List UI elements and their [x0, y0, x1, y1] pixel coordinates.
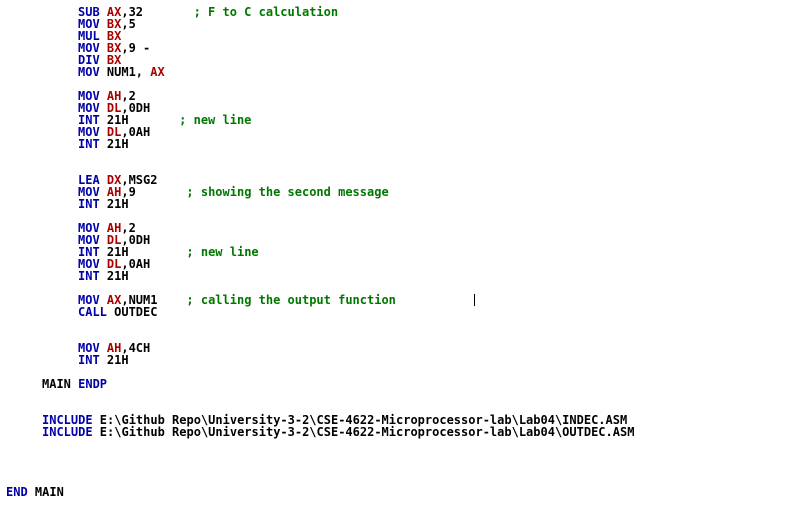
keyword-token: INT	[78, 197, 107, 211]
code-line[interactable]: INT 21H	[78, 354, 129, 366]
keyword-token: END	[6, 485, 35, 499]
operand-token: OUTDEC	[114, 305, 158, 319]
operand-token: 21H	[106, 197, 129, 211]
code-line[interactable]: MOV NUM1, AX	[78, 66, 165, 78]
operand-token: MAIN	[42, 377, 79, 391]
keyword-token: INT	[78, 353, 107, 367]
operand-token: MAIN	[34, 485, 64, 499]
comment-token: ; showing the second message	[186, 185, 389, 199]
text-cursor	[474, 294, 475, 306]
code-line[interactable]: INT 21H	[78, 270, 129, 282]
register-token: AX	[150, 65, 165, 79]
keyword-token: CALL	[78, 305, 115, 319]
keyword-token: MOV	[78, 65, 107, 79]
code-line[interactable]: INCLUDE E:\Github Repo\University-3-2\CS…	[42, 426, 634, 438]
keyword-token: INT	[78, 269, 107, 283]
operand-token: 21H	[106, 353, 129, 367]
operand-token: 21H	[106, 269, 129, 283]
comment-token: ; F to C calculation	[193, 5, 339, 19]
operand-token: E:\Github Repo\University-3-2\CSE-4622-M…	[99, 425, 635, 439]
code-line[interactable]: INT 21H	[78, 198, 129, 210]
operand-token: 21H	[106, 137, 129, 151]
code-line[interactable]: END MAIN	[6, 486, 64, 498]
code-line[interactable]: MAIN ENDP	[42, 378, 107, 390]
comment-token: ; new line	[186, 245, 259, 259]
operand-token: ,5	[121, 17, 136, 31]
comment-token: ; calling the output function	[186, 293, 396, 307]
code-line[interactable]: INT 21H	[78, 138, 129, 150]
keyword-token: INCLUDE	[42, 425, 100, 439]
comment-token: ; new line	[179, 113, 252, 127]
keyword-token: ENDP	[78, 377, 108, 391]
code-line[interactable]: CALL OUTDEC	[78, 306, 157, 318]
code-editor[interactable]: SUB AX,32 ; F to C calculation MOV BX,5 MU…	[0, 0, 794, 526]
operand-token: ,9 -	[121, 41, 151, 55]
operand-token: NUM1,	[106, 65, 151, 79]
keyword-token: INT	[78, 137, 107, 151]
operand-token: ,9	[121, 185, 187, 199]
